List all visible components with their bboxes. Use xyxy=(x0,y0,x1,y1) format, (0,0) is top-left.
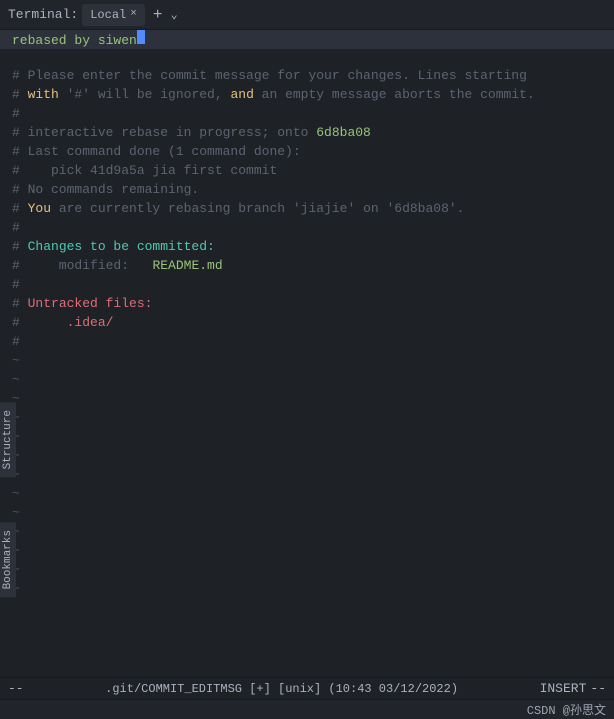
cursor xyxy=(137,30,145,44)
tilde-11: ~ xyxy=(0,543,614,562)
tilde-9: ~ xyxy=(0,505,614,524)
tilde-10: ~ xyxy=(0,524,614,543)
file-path: .git/COMMIT_EDITMSG xyxy=(105,682,242,696)
local-tab[interactable]: Local × xyxy=(82,4,145,26)
tilde-1: ~ xyxy=(0,353,614,372)
tilde-2: ~ xyxy=(0,372,614,391)
tab-name: Local xyxy=(90,8,126,22)
tilde-6: ~ xyxy=(0,448,614,467)
code-content: rebased by siwen # Please enter the comm… xyxy=(0,30,614,677)
bookmarks-tab[interactable]: Bookmarks xyxy=(0,522,16,597)
add-tab-icon[interactable]: + xyxy=(149,6,167,24)
line-17: # xyxy=(0,334,614,353)
line-3: # Please enter the commit message for yo… xyxy=(0,68,614,87)
line-16: # .idea/ xyxy=(0,315,614,334)
file-info: .git/COMMIT_EDITMSG [+] [unix] (10:43 03… xyxy=(24,682,540,696)
line-12: # Changes to be committed: xyxy=(0,239,614,258)
tilde-5: ~ xyxy=(0,429,614,448)
line-7: # Last command done (1 command done): xyxy=(0,144,614,163)
tab-bar: Terminal: Local × + ⌄ xyxy=(0,0,614,30)
line-5: # xyxy=(0,106,614,125)
line-1: rebased by siwen xyxy=(0,30,614,49)
editor-area: Structure Bookmarks rebased by siwen # P… xyxy=(0,30,614,677)
line-4: # with '#' will be ignored, and an empty… xyxy=(0,87,614,106)
structure-tab[interactable]: Structure xyxy=(0,402,16,477)
status-right: CSDN @孙思文 xyxy=(527,701,606,718)
terminal-label: Terminal: xyxy=(8,7,78,22)
line-13: # modified: README.md xyxy=(0,258,614,277)
tilde-4: ~ xyxy=(0,410,614,429)
tilde-8: ~ xyxy=(0,486,614,505)
file-flags: [+] [unix] (10:43 03/12/2022) xyxy=(249,682,458,696)
tilde-3: ~ xyxy=(0,391,614,410)
line-10: # You are currently rebasing branch 'jia… xyxy=(0,201,614,220)
mode-bar-left: -- xyxy=(8,681,24,696)
line-14: # xyxy=(0,277,614,296)
line-9: # No commands remaining. xyxy=(0,182,614,201)
status-bar: CSDN @孙思文 xyxy=(0,699,614,719)
mode-bar: -- .git/COMMIT_EDITMSG [+] [unix] (10:43… xyxy=(0,677,614,699)
line-text-1: rebased by siwen xyxy=(12,33,137,48)
tilde-12: ~ xyxy=(0,562,614,581)
line-15: # Untracked files: xyxy=(0,296,614,315)
line-6: # interactive rebase in progress; onto 6… xyxy=(0,125,614,144)
tilde-7: ~ xyxy=(0,467,614,486)
dropdown-icon[interactable]: ⌄ xyxy=(170,7,177,22)
mode-bar-right: -- xyxy=(590,681,606,696)
close-icon[interactable]: × xyxy=(130,9,137,20)
tilde-13: ~ xyxy=(0,581,614,600)
mode-label: INSERT xyxy=(540,681,587,696)
line-2 xyxy=(0,49,614,68)
line-11: # xyxy=(0,220,614,239)
line-8: # pick 41d9a5a jia first commit xyxy=(0,163,614,182)
